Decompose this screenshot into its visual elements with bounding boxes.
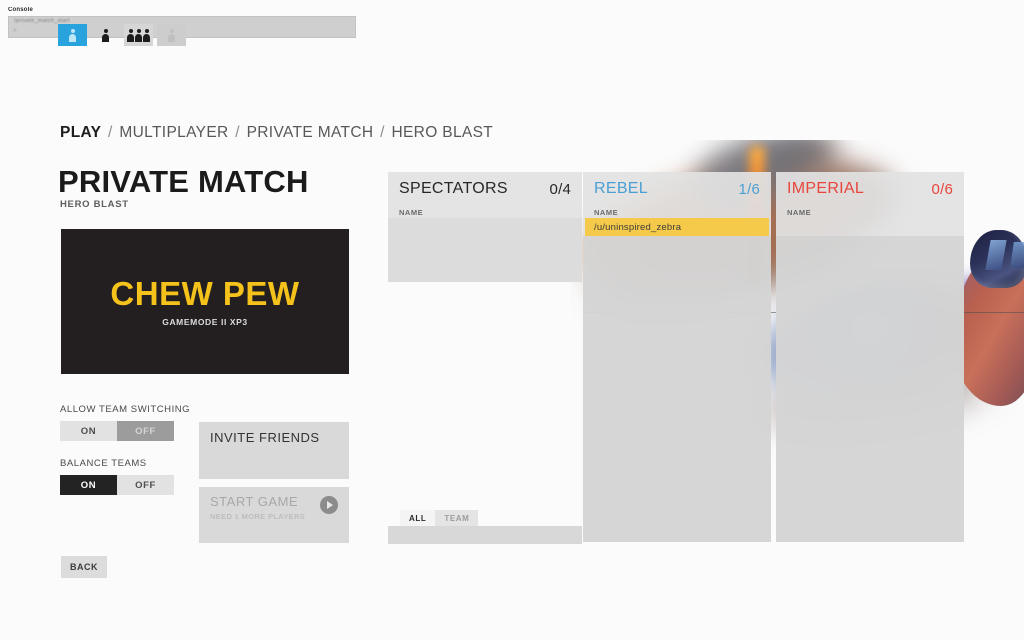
page-subtitle: HERO BLAST <box>60 199 129 210</box>
rebel-team-panel: REBEL 1/6 NAME /u/uninspired_zebra <box>583 172 771 542</box>
back-button[interactable]: BACK <box>61 556 107 578</box>
imperial-team-panel: IMPERIAL 0/6 NAME <box>776 172 964 542</box>
person-trio-glyph <box>127 28 150 42</box>
tab-chat-team[interactable]: TEAM <box>435 510 479 526</box>
breadcrumb-item-hero-blast[interactable]: HERO BLAST <box>391 124 493 141</box>
breadcrumb: PLAY / MULTIPLAYER / PRIVATE MATCH / HER… <box>60 124 493 142</box>
ship-foreground-cockpit <box>958 228 1024 418</box>
debug-console: Console /private_match_start > <box>0 0 356 46</box>
ship-hull <box>958 256 1024 406</box>
gamemode-card-subtitle: GAMEMODE II XP3 <box>162 316 248 327</box>
imperial-count: 0/6 <box>931 180 953 198</box>
play-triangle-glyph <box>327 501 333 509</box>
toggle-allow-team-switching-on[interactable]: ON <box>60 421 117 441</box>
chat-tabs: ALL TEAM <box>400 510 479 526</box>
private-match-screen: Console /private_match_start > PLAY / MU… <box>0 0 1024 640</box>
imperial-panel-header: IMPERIAL 0/6 <box>776 172 964 206</box>
rebel-column-header-name: NAME <box>594 208 619 217</box>
console-label: Console <box>8 7 34 13</box>
page-title: PRIVATE MATCH <box>58 164 309 199</box>
player-single-selected-icon[interactable] <box>58 24 87 46</box>
tab-chat-all[interactable]: ALL <box>400 510 436 526</box>
console-prompt-caret: > <box>13 28 17 34</box>
spectators-panel: SPECTATORS 0/4 NAME <box>388 172 582 282</box>
toggle-allow-team-switching[interactable]: ON OFF <box>60 421 174 441</box>
ship-engine-glow <box>958 276 1006 354</box>
player-single-icon[interactable] <box>91 24 120 46</box>
toggle-balance-teams[interactable]: ON OFF <box>60 475 174 495</box>
rebel-panel-header: REBEL 1/6 <box>583 172 771 206</box>
ship-cockpit <box>970 230 1024 288</box>
invite-friends-button[interactable]: INVITE FRIENDS <box>199 422 349 479</box>
person-glyph <box>168 28 175 42</box>
option-label-balance-teams: BALANCE TEAMS <box>60 458 147 469</box>
breadcrumb-item-private-match[interactable]: PRIVATE MATCH <box>247 124 374 141</box>
breadcrumb-separator: / <box>235 124 240 141</box>
chat-input[interactable] <box>388 526 582 544</box>
spectators-panel-body <box>388 218 582 282</box>
cockpit-glass-left <box>985 240 1007 270</box>
option-label-allow-team-switching: ALLOW TEAM SWITCHING <box>60 404 191 415</box>
spectators-title: SPECTATORS <box>399 180 508 197</box>
play-circle-icon <box>320 496 338 514</box>
imperial-title: IMPERIAL <box>787 180 865 197</box>
start-game-button[interactable]: START GAME NEED 1 MORE PLAYERS <box>199 487 349 543</box>
rebel-title: REBEL <box>594 180 648 197</box>
spectators-column-header-name: NAME <box>399 208 424 217</box>
start-game-label: START GAME <box>210 494 299 509</box>
breadcrumb-item-multiplayer[interactable]: MULTIPLAYER <box>119 124 228 141</box>
rebel-count: 1/6 <box>738 180 760 198</box>
person-glyph <box>102 28 109 42</box>
roster-player-name: /u/uninspired_zebra <box>594 221 682 233</box>
invite-friends-label: INVITE FRIENDS <box>210 430 320 445</box>
player-group-icon[interactable] <box>124 24 153 46</box>
imperial-panel-body <box>776 236 964 542</box>
toggle-allow-team-switching-off[interactable]: OFF <box>117 421 174 441</box>
toggle-balance-teams-off[interactable]: OFF <box>117 475 174 495</box>
start-game-requirement-text: NEED 1 MORE PLAYERS <box>210 512 306 521</box>
player-disabled-icon[interactable] <box>157 24 186 46</box>
toggle-balance-teams-on[interactable]: ON <box>60 475 117 495</box>
spectators-panel-header: SPECTATORS 0/4 <box>388 172 582 206</box>
breadcrumb-separator: / <box>380 124 385 141</box>
rebel-panel-body <box>583 236 771 542</box>
gamemode-card[interactable]: CHEW PEW GAMEMODE II XP3 <box>61 229 349 374</box>
imperial-column-header-name: NAME <box>787 208 812 217</box>
cockpit-glass-right <box>1010 242 1024 268</box>
spectators-count: 0/4 <box>549 180 571 198</box>
roster-row[interactable]: /u/uninspired_zebra <box>585 218 769 236</box>
person-glyph <box>69 28 76 42</box>
gamemode-card-title: CHEW PEW <box>110 274 300 312</box>
breadcrumb-separator: / <box>108 124 113 141</box>
breadcrumb-item-play[interactable]: PLAY <box>60 124 101 141</box>
console-icon-row <box>58 24 186 46</box>
